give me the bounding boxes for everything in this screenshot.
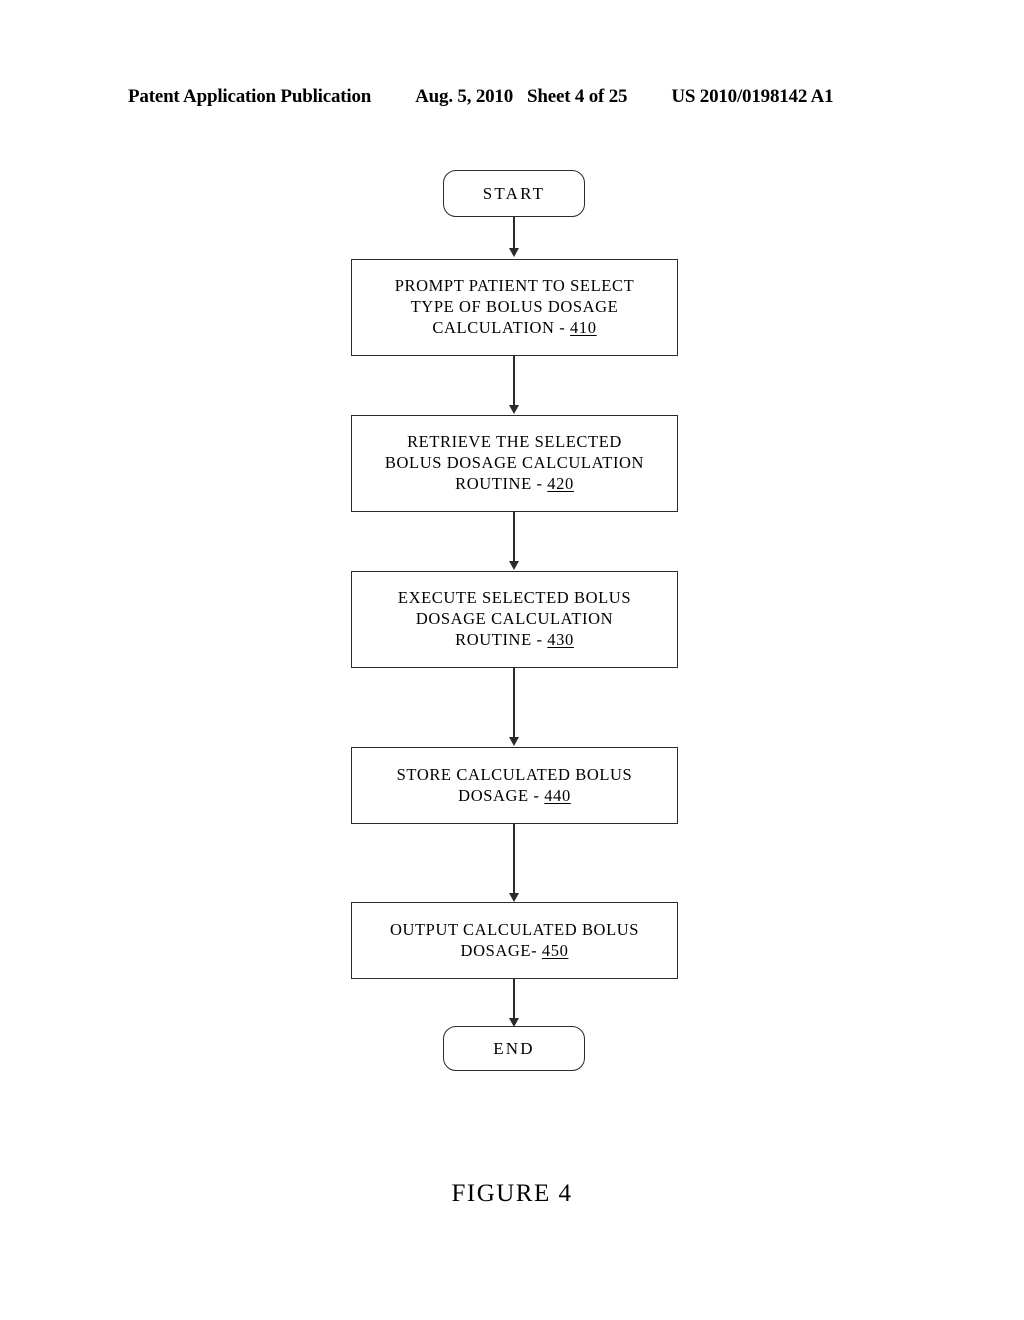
flow-node-step-430-label: EXECUTE SELECTED BOLUS DOSAGE CALCULATIO…	[390, 588, 639, 650]
flow-connector-430-to-440	[507, 668, 521, 746]
arrowhead-down-icon	[509, 893, 519, 902]
flow-node-step-420: RETRIEVE THE SELECTED BOLUS DOSAGE CALCU…	[351, 415, 678, 512]
flow-node-step-410-ref: 410	[570, 317, 597, 337]
arrowhead-down-icon	[509, 405, 519, 414]
figure-caption: FIGURE 4	[451, 1180, 573, 1207]
arrowhead-down-icon	[509, 561, 519, 570]
flow-node-step-450-line-2: DOSAGE-	[460, 940, 542, 960]
connector-stem	[513, 824, 515, 893]
flow-node-step-440: STORE CALCULATED BOLUS DOSAGE - 440	[351, 747, 678, 824]
flow-node-step-420-line-1: RETRIEVE THE SELECTED	[407, 432, 622, 452]
flow-node-step-410-line-1: PROMPT PATIENT TO SELECT	[394, 276, 635, 296]
flow-node-step-420-label: RETRIEVE THE SELECTED BOLUS DOSAGE CALCU…	[377, 432, 652, 494]
flow-node-step-410-line-2: TYPE OF BOLUS DOSAGE	[410, 297, 619, 317]
flow-node-step-440-label: STORE CALCULATED BOLUS DOSAGE - 440	[389, 765, 641, 807]
connector-stem	[513, 668, 515, 737]
flow-node-step-430: EXECUTE SELECTED BOLUS DOSAGE CALCULATIO…	[351, 571, 678, 668]
flow-connector-440-to-450	[507, 824, 521, 902]
flow-node-step-430-line-2: DOSAGE CALCULATION	[415, 609, 614, 629]
flow-node-step-410: PROMPT PATIENT TO SELECT TYPE OF BOLUS D…	[351, 259, 678, 356]
flow-node-step-440-line-1: STORE CALCULATED BOLUS	[396, 764, 633, 784]
flow-node-start-label: START	[482, 183, 546, 203]
flow-node-start: START	[443, 170, 585, 217]
flow-node-step-410-label: PROMPT PATIENT TO SELECT TYPE OF BOLUS D…	[387, 276, 643, 338]
flowchart-diagram: START PROMPT PATIENT TO SELECT TYPE OF B…	[0, 0, 1024, 1320]
flow-node-step-450-label: OUTPUT CALCULATED BOLUS DOSAGE- 450	[382, 920, 647, 962]
connector-stem	[513, 979, 515, 1018]
flow-node-step-420-ref: 420	[547, 473, 574, 493]
flow-node-step-440-ref: 440	[544, 785, 571, 805]
flow-node-step-450-ref: 450	[541, 940, 569, 960]
flow-connector-start-to-410	[507, 217, 521, 257]
flow-connector-410-to-420	[507, 356, 521, 414]
flow-node-end-label: END	[493, 1038, 535, 1058]
flow-node-step-420-line-3: ROUTINE -	[455, 473, 548, 493]
flow-node-step-430-line-1: EXECUTE SELECTED BOLUS	[397, 588, 632, 608]
connector-stem	[513, 356, 515, 405]
connector-stem	[513, 217, 515, 248]
flow-connector-450-to-end	[507, 979, 521, 1027]
flow-node-step-440-line-2: DOSAGE -	[458, 785, 545, 805]
flow-node-step-430-line-3: ROUTINE -	[455, 629, 548, 649]
flow-node-step-420-line-2: BOLUS DOSAGE CALCULATION	[384, 453, 645, 473]
connector-stem	[513, 512, 515, 561]
arrowhead-down-icon	[509, 737, 519, 746]
arrowhead-down-icon	[509, 248, 519, 257]
flow-node-step-450-line-1: OUTPUT CALCULATED BOLUS	[389, 919, 640, 939]
flow-node-step-430-ref: 430	[547, 629, 574, 649]
flow-node-step-450: OUTPUT CALCULATED BOLUS DOSAGE- 450	[351, 902, 678, 979]
flow-connector-420-to-430	[507, 512, 521, 570]
flow-node-step-410-line-3: CALCULATION -	[432, 317, 571, 337]
flow-node-end: END	[443, 1026, 585, 1071]
